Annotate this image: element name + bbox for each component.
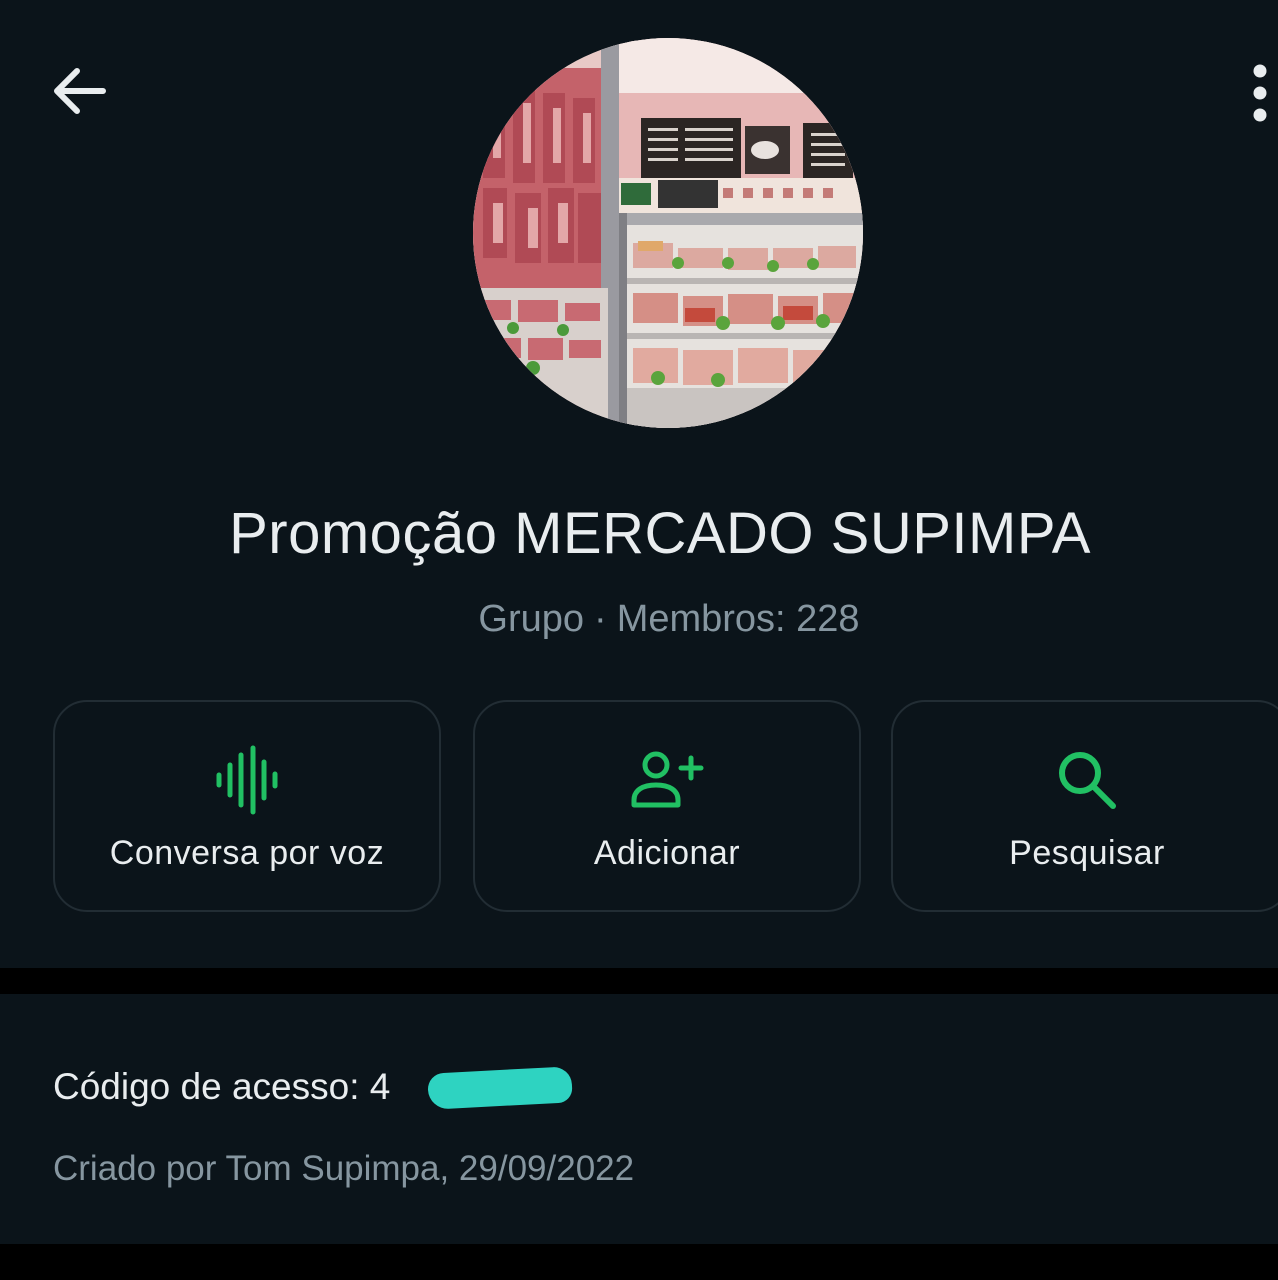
voice-chat-label: Conversa por voz xyxy=(109,834,385,872)
voice-chat-button[interactable]: Conversa por voz xyxy=(53,700,441,912)
group-type-label: Grupo xyxy=(478,598,585,640)
meta-separator: · xyxy=(594,598,607,640)
arrow-left-icon xyxy=(54,68,106,114)
access-code: Código de acesso: 4 xyxy=(53,1066,391,1107)
back-button[interactable] xyxy=(46,58,112,124)
created-by: Criado por Tom Supimpa, 29/09/2022 xyxy=(53,1149,635,1188)
add-member-button[interactable]: Adicionar xyxy=(473,700,861,912)
search-button[interactable]: Pesquisar xyxy=(891,700,1278,912)
search-label: Pesquisar xyxy=(1009,834,1165,872)
more-vertical-icon xyxy=(1253,64,1267,122)
group-meta: Grupo · Membros: 228 xyxy=(0,598,1278,641)
group-avatar[interactable] xyxy=(473,38,863,428)
members-count: Membros: 228 xyxy=(616,598,860,640)
add-person-icon xyxy=(631,751,704,808)
section-divider xyxy=(0,968,1278,994)
voice-waveform-icon xyxy=(216,745,278,815)
add-member-label: Adicionar xyxy=(593,834,741,872)
search-icon xyxy=(1059,752,1116,809)
section-divider-bottom xyxy=(0,1244,1278,1280)
more-options-button[interactable] xyxy=(1240,58,1278,128)
redaction-mark xyxy=(427,1066,573,1110)
group-avatar-photo xyxy=(473,38,863,428)
group-name: Promoção MERCADO SUPIMPA xyxy=(229,501,1091,566)
